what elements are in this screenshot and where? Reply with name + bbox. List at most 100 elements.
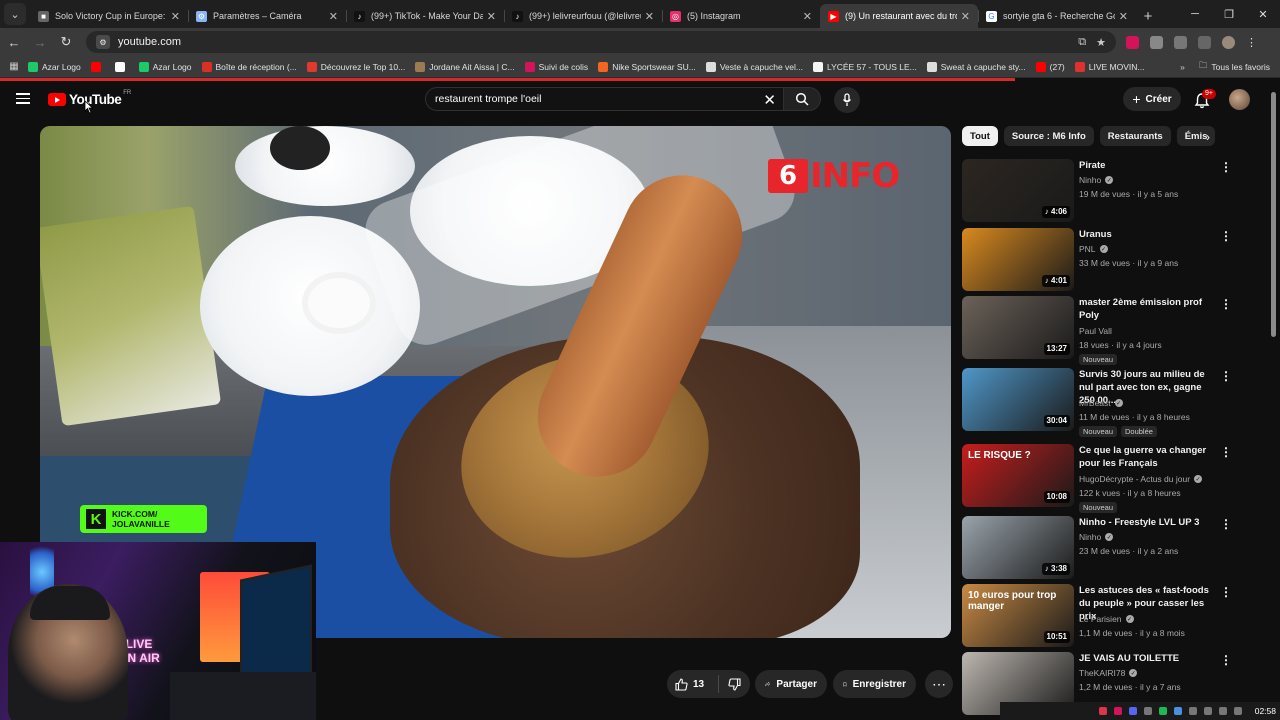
apps-grid-icon[interactable]: ▦ — [0, 61, 28, 72]
video-thumbnail[interactable]: ♪ 4:06 — [962, 159, 1074, 222]
search-button[interactable] — [783, 87, 821, 111]
channel-name[interactable]: HugoDécrypte - Actus du jour ✓ — [1079, 474, 1203, 484]
browser-tab[interactable]: ⚙ Paramètres – Caméra ✕ — [188, 4, 346, 28]
recommendation-item[interactable]: ♪ 4:06 Pirate Ninho ✓ 19 M de vues · il y a … — [962, 159, 1232, 223]
close-tab-icon[interactable]: ✕ — [803, 10, 812, 23]
tray-app-icon[interactable] — [1113, 707, 1122, 715]
bookmark-item[interactable] — [114, 61, 129, 72]
voice-search-button[interactable] — [834, 87, 860, 113]
video-thumbnail[interactable]: 13:27 — [962, 296, 1074, 359]
video-thumbnail[interactable]: 10 euros pour trop manger 10:51 — [962, 584, 1074, 647]
close-tab-icon[interactable]: ✕ — [1119, 10, 1128, 23]
video-title[interactable]: master 2ème émission prof Poly — [1079, 296, 1219, 322]
video-title[interactable]: JE VAIS AU TOILETTE — [1079, 652, 1219, 665]
reading-list-icon[interactable] — [1198, 35, 1211, 49]
new-tab-button[interactable]: + — [1136, 4, 1160, 28]
more-options-icon[interactable]: ⋮ — [1220, 161, 1232, 173]
more-options-icon[interactable]: ⋮ — [1220, 654, 1232, 666]
bookmark-item[interactable]: Azar Logo — [28, 61, 81, 72]
bookmark-item[interactable] — [90, 61, 105, 72]
browser-tab[interactable]: ♪ (99+) lelivreurfouu (@lelivreurfo ✕ — [504, 4, 662, 28]
clear-search-icon[interactable]: ✕ — [763, 91, 776, 109]
more-options-icon[interactable]: ⋮ — [1220, 370, 1232, 382]
more-actions-button[interactable]: ⋯ — [925, 670, 953, 698]
site-info-icon[interactable]: ⚙ — [96, 35, 110, 49]
video-thumbnail[interactable]: 30:04 — [962, 368, 1074, 431]
bookmark-item[interactable]: Jordane Ait Aissa | C... — [415, 61, 515, 72]
all-bookmarks-button[interactable]: » 🗀 Tous les favoris — [1180, 56, 1270, 78]
video-title[interactable]: Ninho - Freestyle LVL UP 3 — [1079, 516, 1219, 529]
bookmark-item[interactable]: Suivi de colis — [524, 61, 588, 72]
close-tab-icon[interactable]: ✕ — [645, 10, 654, 23]
puzzle-icon[interactable] — [1174, 35, 1187, 49]
close-tab-icon[interactable]: ✕ — [329, 10, 338, 23]
channel-name[interactable]: Le Parisien ✓ — [1079, 614, 1134, 624]
bookmark-item[interactable]: Azar Logo — [138, 61, 192, 72]
recommendation-item[interactable]: LE RISQUE ? 10:08 Ce que la guerre va chan… — [962, 444, 1232, 513]
account-avatar[interactable] — [1229, 89, 1250, 110]
extension-icon[interactable] — [1126, 35, 1139, 49]
restore-button[interactable]: ❐ — [1212, 8, 1246, 21]
browser-tab[interactable]: Gsortyie gta 6 - Recherche Goog ✕ — [978, 4, 1136, 28]
close-tab-icon[interactable]: ✕ — [487, 10, 496, 23]
more-options-icon[interactable]: ⋮ — [1220, 586, 1232, 598]
close-tab-icon[interactable]: ✕ — [961, 10, 970, 23]
search-input[interactable]: restaurent trompe l'oeil ✕ — [425, 87, 785, 111]
more-options-icon[interactable]: ⋮ — [1220, 230, 1232, 242]
filter-chip[interactable]: Restaurants — [1099, 126, 1171, 146]
bookmark-item[interactable]: Sweat à capuche sty... — [926, 61, 1026, 72]
create-button[interactable]: + Créer — [1123, 87, 1181, 111]
video-title[interactable]: Ce que la guerre va changer pour les Fra… — [1079, 444, 1219, 470]
video-thumbnail[interactable]: ♪ 3:38 — [962, 516, 1074, 579]
channel-name[interactable]: Paul Vall — [1079, 326, 1112, 336]
recommendation-item[interactable]: 13:27 master 2ème émission prof Poly Paul … — [962, 296, 1232, 365]
tray-battery-icon[interactable] — [1233, 707, 1242, 715]
reload-button[interactable]: ↻ — [54, 30, 78, 54]
page-scrollbar[interactable] — [1271, 92, 1276, 337]
tab-search-button[interactable]: ⌄ — [4, 3, 26, 25]
browser-tab[interactable]: ▶ (9) Un restaurant avec du tromp ✕ — [820, 4, 978, 28]
tray-discord-icon[interactable] — [1128, 707, 1137, 715]
save-button[interactable]: Enregistrer — [833, 670, 916, 698]
video-title[interactable]: Pirate — [1079, 159, 1219, 172]
filter-chip[interactable]: Source : M6 Info — [1003, 126, 1094, 146]
bookmark-item[interactable]: (27) — [1035, 61, 1065, 72]
channel-name[interactable]: TheKAIRI78 ✓ — [1079, 668, 1138, 678]
bookmark-star-icon[interactable]: ★ — [1096, 36, 1106, 49]
more-options-icon[interactable]: ⋮ — [1220, 446, 1232, 458]
channel-name[interactable]: MrBeast ✓ — [1079, 398, 1123, 408]
install-app-icon[interactable]: ⧉ — [1078, 36, 1086, 49]
tray-volume-icon[interactable] — [1218, 707, 1227, 715]
bookmark-item[interactable]: Nike Sportswear SU... — [598, 61, 696, 72]
back-button[interactable]: ← — [2, 30, 26, 54]
profile-avatar-icon[interactable] — [1222, 35, 1235, 49]
address-bar[interactable]: ⚙ youtube.com ⧉ ★ — [86, 31, 1116, 53]
bookmark-item[interactable]: LIVE MOVIN... — [1074, 61, 1145, 72]
recommendation-item[interactable]: 30:04 Survis 30 jours au milieu de nul pa… — [962, 368, 1232, 437]
extension-icon[interactable] — [1150, 35, 1163, 49]
video-thumbnail[interactable]: LE RISQUE ? 10:08 — [962, 444, 1074, 507]
tray-app-icon[interactable] — [1158, 707, 1167, 715]
tray-bluetooth-icon[interactable] — [1173, 707, 1182, 715]
browser-tab[interactable]: ■ Solo Victory Cup in Europe: Day ✕ — [30, 4, 188, 28]
recommendation-item[interactable]: ♪ 3:38 Ninho - Freestyle LVL UP 3 Ninho ✓ 23… — [962, 516, 1232, 580]
bookmarks-overflow-icon[interactable]: » — [1180, 62, 1185, 72]
tray-network-icon[interactable] — [1203, 707, 1212, 715]
dislike-button[interactable] — [719, 677, 750, 691]
bookmark-item[interactable]: Veste à capuche vel... — [705, 61, 803, 72]
tray-app-icon[interactable] — [1188, 707, 1197, 715]
forward-button[interactable]: → — [28, 30, 52, 54]
close-tab-icon[interactable]: ✕ — [171, 10, 180, 23]
menu-icon[interactable] — [16, 93, 30, 104]
filter-chip[interactable]: Tout — [962, 126, 998, 146]
tray-app-icon[interactable] — [1143, 707, 1152, 715]
browser-tab[interactable]: ♪ (99+) TikTok - Make Your Day ✕ — [346, 4, 504, 28]
close-window-button[interactable]: ✕ — [1246, 8, 1280, 21]
channel-name[interactable]: Ninho ✓ — [1079, 175, 1114, 185]
chips-next-arrow-icon[interactable]: › — [1206, 130, 1210, 144]
channel-name[interactable]: Ninho ✓ — [1079, 532, 1114, 542]
video-thumbnail[interactable]: ♪ 4:01 — [962, 228, 1074, 291]
bookmark-item[interactable]: Boîte de réception (... — [201, 61, 297, 72]
channel-name[interactable]: PNL ✓ — [1079, 244, 1108, 254]
browser-menu-icon[interactable]: ⋮ — [1246, 36, 1257, 49]
